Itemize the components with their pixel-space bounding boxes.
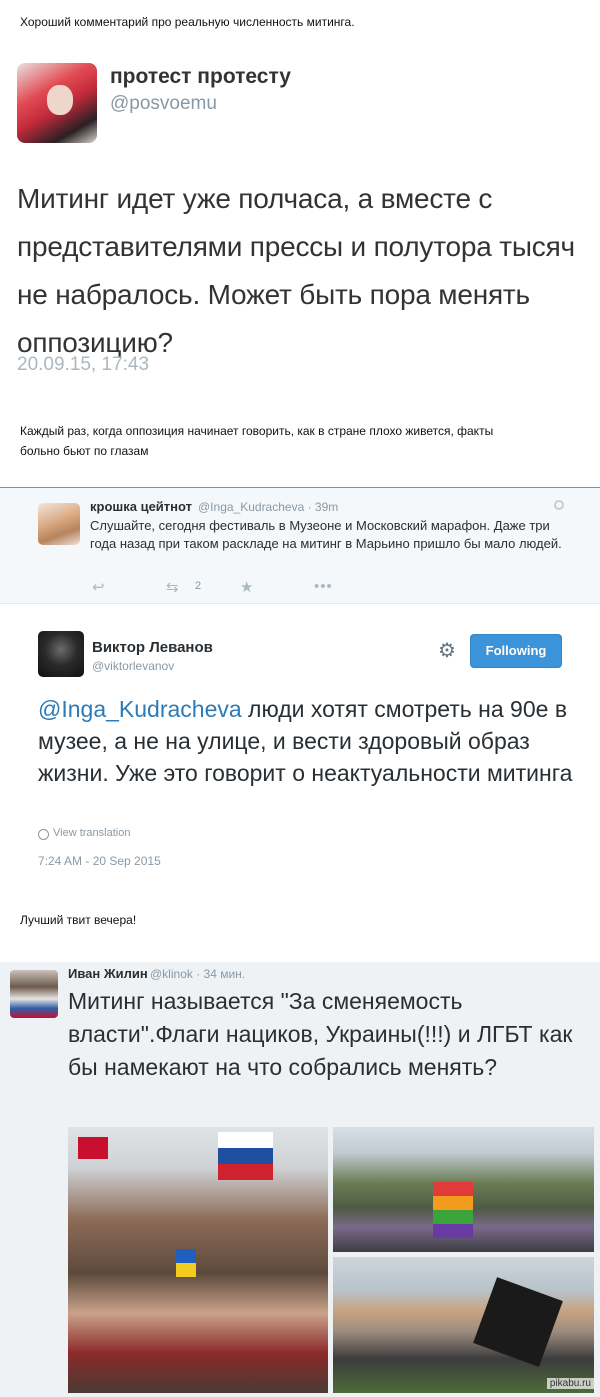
caption-2-line-1: Каждый раз, когда оппозиция начинает гов… <box>20 424 494 438</box>
author-name[interactable]: Иван Жилин <box>68 966 148 981</box>
avatar[interactable] <box>38 631 84 677</box>
author-name[interactable]: Виктор Леванов <box>92 639 213 656</box>
author-handle[interactable]: @posvoemu <box>110 93 217 115</box>
caption-1: Хороший комментарий про реальную численн… <box>20 15 355 29</box>
tweet-timestamp[interactable]: 7:24 AM - 20 Sep 2015 <box>38 854 161 868</box>
dot-icon <box>554 500 564 510</box>
photo-black-flag[interactable] <box>333 1257 594 1393</box>
reply-text: Слушайте, сегодня фестиваль в Музеоне и … <box>90 518 562 551</box>
photo-rally-flags[interactable] <box>333 1127 594 1252</box>
avatar[interactable] <box>38 503 80 545</box>
avatar[interactable] <box>17 63 97 143</box>
photo-rally-crowd[interactable] <box>68 1127 328 1393</box>
author-name[interactable]: крошка цейтнот <box>90 499 192 514</box>
tweet-text: Митинг идет уже полчаса, а вместе с пред… <box>17 183 575 358</box>
avatar[interactable] <box>10 970 58 1018</box>
photo-grid <box>68 1127 594 1393</box>
retweet-icon[interactable]: ⇆ <box>166 578 179 596</box>
author-meta[interactable]: @Inga_Kudracheva · 39m <box>198 500 338 514</box>
view-translation-link[interactable]: View translation <box>53 827 130 839</box>
gear-icon[interactable]: ⚙ <box>438 641 456 661</box>
more-icon[interactable]: ••• <box>314 578 333 595</box>
reply-tweet[interactable]: крошка цейтнот @Inga_Kudracheva · 39m Сл… <box>0 488 600 604</box>
caption-2-line-2: больно бьют по глазам <box>20 444 149 458</box>
reply-icon[interactable]: ↩ <box>92 578 105 596</box>
author-name[interactable]: протест протесту <box>110 65 291 89</box>
author-meta[interactable]: @klinok · 34 мин. <box>150 967 245 981</box>
tweet-card-1: протест протесту @posvoemu Митинг идет у… <box>0 45 600 395</box>
globe-icon <box>38 829 49 840</box>
author-handle[interactable]: @viktorlevanov <box>92 659 174 673</box>
caption-3: Лучший твит вечера! <box>20 913 137 927</box>
tweet-card-3: Иван Жилин @klinok · 34 мин. Митинг назы… <box>0 962 600 1397</box>
tweet-card-2: крошка цейтнот @Inga_Kudracheva · 39m Сл… <box>0 487 600 880</box>
tweet-text: @Inga_Kudracheva люди хотят смотреть на … <box>38 693 583 789</box>
watermark: pikabu.ru <box>546 1378 594 1389</box>
retweet-count: 2 <box>195 580 202 592</box>
tweet-timestamp: 20.09.15, 17:43 <box>17 354 150 375</box>
following-button[interactable]: Following <box>470 634 562 668</box>
favorite-icon[interactable]: ★ <box>240 578 253 596</box>
tweet-text: Митинг называется "За сменяемость власти… <box>68 988 573 1080</box>
mention-link[interactable]: @Inga_Kudracheva <box>38 696 242 722</box>
